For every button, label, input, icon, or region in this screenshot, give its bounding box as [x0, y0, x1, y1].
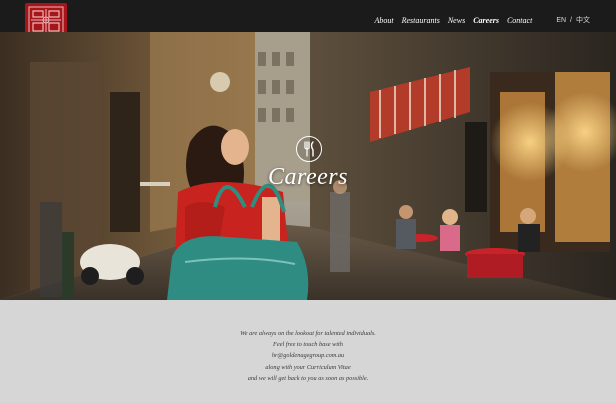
careers-email-link[interactable]: hr@goldenagegroup.com.au [0, 350, 616, 361]
hero-title-wrap: Careers [0, 164, 616, 191]
nav-restaurants[interactable]: Restaurants [402, 16, 440, 25]
fork-knife-icon [296, 136, 322, 162]
nav-contact[interactable]: Contact [507, 16, 532, 25]
language-switcher: EN / 中文 [554, 15, 592, 25]
nav-news[interactable]: News [448, 16, 465, 25]
careers-line-reply: and we will get back to you as soon as p… [247, 374, 369, 382]
hero-banner: Careers [0, 32, 616, 300]
nav-careers[interactable]: Careers [473, 16, 499, 25]
careers-line-intro: We are always on the lookout for talente… [240, 330, 376, 337]
careers-line-contact: Feel free to touch base with [273, 341, 343, 349]
careers-text: We are always on the lookout for talente… [0, 328, 616, 384]
nav-about[interactable]: About [375, 16, 394, 25]
careers-content: We are always on the lookout for talente… [0, 300, 616, 403]
lang-zh-link[interactable]: 中文 [576, 17, 590, 24]
careers-line-cv: along with your Curriculum Vitae [265, 363, 351, 371]
main-nav: About Restaurants News Careers Contact E… [367, 15, 593, 25]
lang-en-link[interactable]: EN [556, 17, 566, 24]
hero-title: Careers [268, 164, 348, 190]
lang-separator: / [570, 17, 572, 24]
